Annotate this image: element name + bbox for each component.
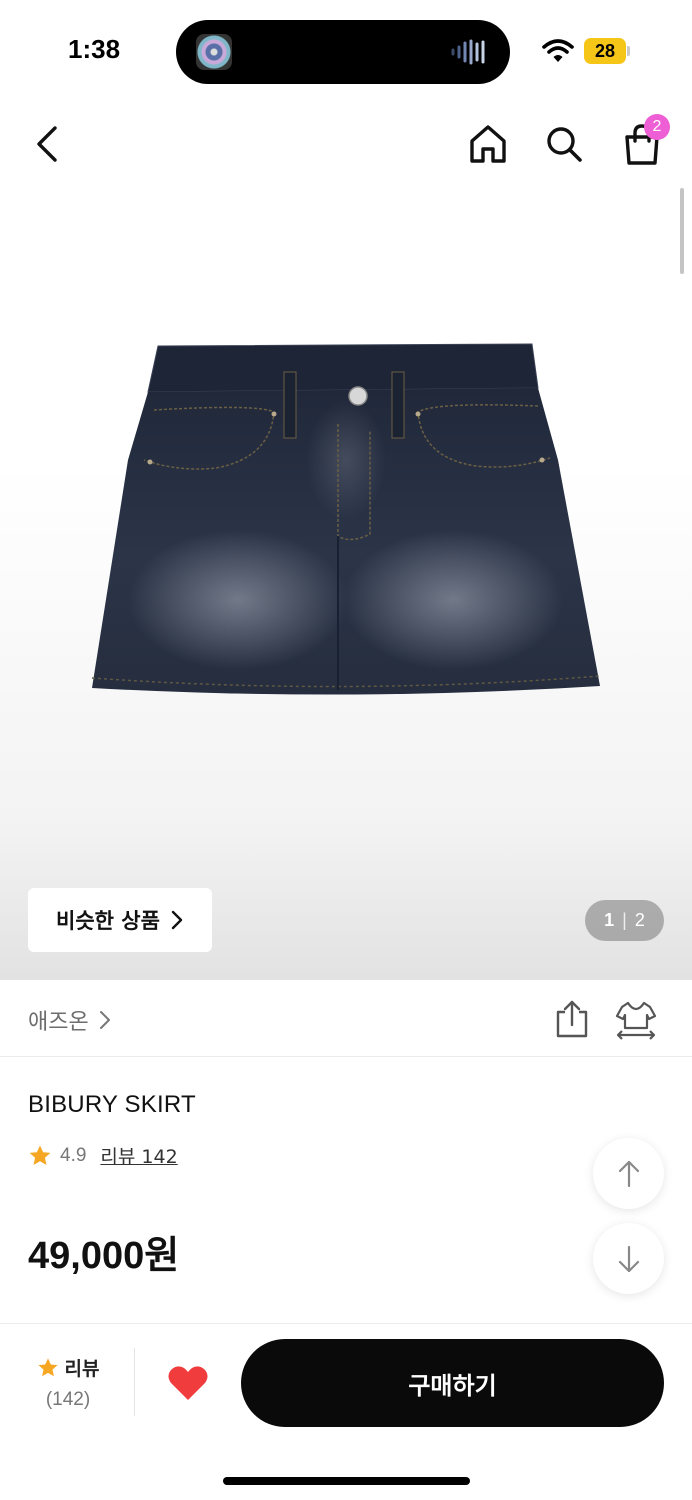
search-icon [547,127,582,162]
back-arrow-icon [37,126,57,162]
pager-total: 2 [634,910,645,930]
review-link[interactable]: 리뷰 142 [100,1142,177,1169]
home-button[interactable] [462,118,514,170]
share-icon[interactable] [552,998,592,1040]
search-button[interactable] [538,118,590,170]
star-icon [29,1145,51,1165]
similar-products-button[interactable]: 비슷한 상품 [28,888,212,952]
album-art-icon [196,34,232,70]
chevron-right-icon [99,1011,110,1029]
brand-link[interactable]: 애즈온 [28,1004,111,1036]
product-image-denim-skirt [91,343,601,695]
status-time: 1:38 [68,34,121,64]
dynamic-island[interactable] [176,20,510,84]
product-price: 49,000원 [28,1235,180,1277]
review-summary-top: 리뷰 [28,1354,108,1381]
scroll-up-button[interactable] [593,1138,664,1209]
scroll-down-button[interactable] [593,1223,664,1294]
review-count: (142) [45,1389,91,1410]
home-icon [470,125,506,163]
battery-icon: 28 [584,38,626,64]
chevron-right-icon [171,910,183,930]
brand-row: 애즈온 [0,980,692,1057]
scroll-indicator [680,188,684,274]
bottom-action-bar: 리뷰 (142) 구매하기 [0,1323,692,1500]
arrow-up-icon [618,1160,639,1187]
pager-separator: | [622,910,627,930]
divider [134,1348,135,1416]
review-summary-button[interactable]: 리뷰 (142) [28,1354,108,1411]
cart-count-badge: 2 [644,114,670,140]
star-icon [37,1357,58,1376]
similar-products-label: 비슷한 상품 [56,909,160,933]
fitting-icon[interactable] [614,998,658,1040]
battery-cap [627,46,630,56]
back-button[interactable] [22,118,74,170]
image-pager: 1 | 2 [585,900,664,941]
pager-current: 1 [604,910,615,930]
arrow-down-icon [618,1245,639,1272]
home-indicator[interactable] [223,1477,470,1485]
brand-name: 애즈온 [28,1010,89,1035]
audio-wave-icon [451,39,485,65]
heart-icon [168,1366,208,1400]
rating-row: 4.9 리뷰 142 [28,1142,178,1169]
product-name: BIBURY SKIRT [28,1091,196,1118]
rating-value: 4.9 [60,1144,87,1166]
wifi-icon [542,39,574,62]
review-label: 리뷰 [64,1358,100,1380]
like-button[interactable] [160,1356,216,1410]
buy-button[interactable]: 구매하기 [241,1339,664,1427]
